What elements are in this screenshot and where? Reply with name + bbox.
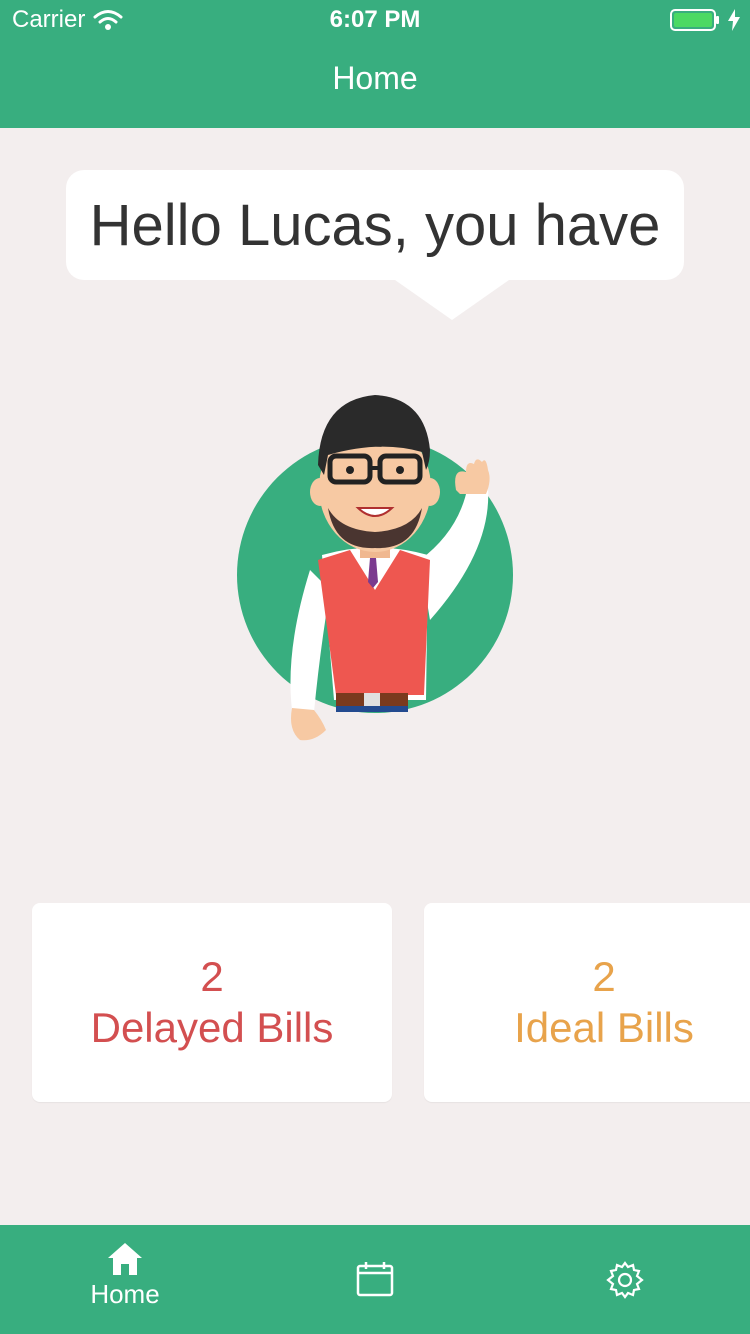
greeting-text: Hello Lucas, you have (89, 192, 661, 258)
home-icon (108, 1243, 142, 1275)
calendar-icon (356, 1262, 394, 1297)
tab-calendar[interactable] (250, 1225, 500, 1334)
top-bar: Carrier 6:07 PM Home (0, 0, 750, 128)
bubble-tail (395, 280, 509, 320)
waving-man-illustration (237, 395, 513, 741)
delayed-bills-count: 2 (200, 952, 224, 1000)
charging-bolt-icon (728, 9, 740, 31)
battery-icon (670, 9, 719, 31)
tab-bar: Home (0, 1225, 750, 1334)
delayed-bills-card[interactable]: 2 Delayed Bills (32, 903, 392, 1102)
ideal-bills-label: Ideal Bills (514, 1003, 694, 1051)
ideal-bills-card[interactable]: 2 Ideal Bills (424, 903, 750, 1102)
greeting-bubble: Hello Lucas, you have (66, 170, 684, 280)
tab-home-label: Home (90, 1279, 160, 1309)
tab-settings[interactable] (500, 1225, 750, 1334)
tab-home[interactable]: Home (0, 1225, 250, 1334)
gear-icon (606, 1261, 644, 1299)
status-time: 6:07 PM (329, 6, 421, 33)
delayed-bills-label: Delayed Bills (90, 1003, 334, 1051)
ideal-bills-count: 2 (592, 952, 616, 1000)
page-title: Home (332, 60, 418, 96)
battery-indicator (670, 8, 740, 32)
